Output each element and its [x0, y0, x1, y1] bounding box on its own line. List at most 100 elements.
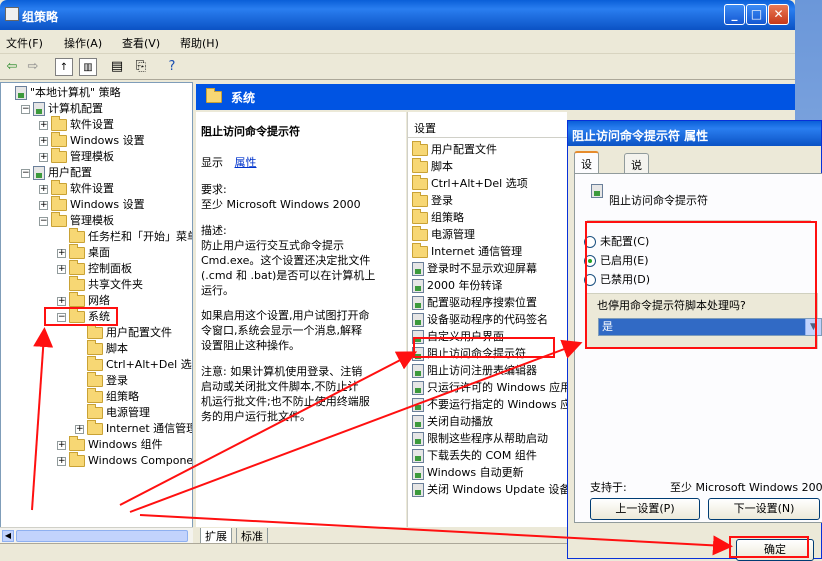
export-list-icon[interactable]: ⎘: [132, 58, 150, 76]
option-not-configured[interactable]: 未配置(C): [584, 233, 649, 249]
tree-item[interactable]: Ctrl+Alt+Del 选项: [75, 356, 192, 373]
minimize-button[interactable]: _: [724, 4, 745, 25]
settings-list-item[interactable]: 配置驱动程序搜索位置: [412, 295, 537, 311]
radio-disabled[interactable]: [584, 274, 596, 286]
tab-setting[interactable]: 设置: [574, 151, 599, 187]
expand-icon[interactable]: +: [57, 456, 66, 466]
settings-list-item[interactable]: 不要运行指定的 Windows 应用程序: [412, 397, 567, 413]
tree-item[interactable]: 脚本: [75, 340, 128, 357]
expand-icon[interactable]: +: [39, 152, 48, 162]
expand-icon[interactable]: +: [39, 120, 48, 130]
settings-list-item[interactable]: 组策略: [412, 209, 464, 226]
menu-help[interactable]: 帮助(H): [180, 35, 219, 51]
settings-list-item[interactable]: 电源管理: [412, 226, 475, 243]
help-icon[interactable]: ?: [163, 58, 181, 76]
tree-horizontal-scrollbar[interactable]: ◀: [0, 527, 193, 543]
settings-list-item[interactable]: 关闭 Windows Update 设备驱动程序搜索: [412, 482, 567, 498]
radio-enabled[interactable]: [584, 255, 596, 267]
tree-item[interactable]: 电源管理: [75, 404, 150, 421]
policy-icon: [591, 184, 603, 198]
settings-list-item[interactable]: 只运行许可的 Windows 应用程序: [412, 380, 567, 396]
settings-list-item[interactable]: 设备驱动程序的代码签名: [412, 312, 548, 328]
collapse-icon[interactable]: −: [21, 168, 30, 178]
tree-item[interactable]: 用户配置文件: [75, 324, 172, 341]
option-disabled[interactable]: 已禁用(D): [584, 271, 650, 287]
show-tree-icon[interactable]: ▥: [79, 58, 97, 76]
properties-icon[interactable]: ▤: [108, 58, 126, 76]
tree-item[interactable]: − 用户配置: [21, 165, 92, 181]
tree-item[interactable]: − 系统: [57, 308, 110, 325]
collapse-icon[interactable]: −: [39, 216, 48, 226]
collapse-icon[interactable]: −: [21, 104, 30, 114]
scroll-left-icon[interactable]: ◀: [2, 530, 14, 542]
tree-item[interactable]: − 计算机配置: [21, 101, 103, 117]
tree-item[interactable]: + 桌面: [57, 244, 110, 261]
expand-icon[interactable]: +: [39, 136, 48, 146]
tree-item[interactable]: 共享文件夹: [57, 276, 143, 293]
settings-list-item[interactable]: 阻止访问命令提示符: [412, 346, 526, 362]
menu-action[interactable]: 操作(A): [64, 35, 102, 51]
maximize-button[interactable]: □: [746, 4, 767, 25]
tree-item[interactable]: + Windows 设置: [39, 196, 145, 213]
forward-arrow-icon[interactable]: ⇨: [24, 58, 42, 76]
tree-item[interactable]: 任务栏和「开始」菜单: [57, 228, 192, 245]
tree-item[interactable]: "本地计算机" 策略: [3, 85, 121, 101]
option-enabled[interactable]: 已启用(E): [584, 252, 649, 268]
expand-icon[interactable]: +: [57, 296, 66, 306]
expand-icon[interactable]: +: [57, 248, 66, 258]
ok-button[interactable]: 确定: [736, 539, 814, 561]
settings-list-item[interactable]: 2000 年份转译: [412, 278, 503, 294]
settings-list-item[interactable]: 登录时不显示欢迎屏幕: [412, 261, 537, 277]
expand-icon[interactable]: +: [75, 424, 84, 434]
settings-list-item[interactable]: 下载丢失的 COM 组件: [412, 448, 537, 464]
settings-list-item[interactable]: 自定义用户界面: [412, 329, 504, 345]
settings-list-item[interactable]: 脚本: [412, 158, 453, 175]
description-line: 设置阻止这种操作。: [201, 339, 300, 352]
tab-explain[interactable]: 说明: [624, 153, 649, 188]
previous-setting-button[interactable]: 上一设置(P): [590, 498, 700, 520]
expand-icon[interactable]: +: [39, 200, 48, 210]
back-arrow-icon[interactable]: ⇦: [3, 58, 21, 76]
folder-icon: [412, 141, 428, 156]
scroll-thumb[interactable]: [16, 530, 188, 542]
close-button[interactable]: ✕: [768, 4, 789, 25]
settings-list-item[interactable]: 限制这些程序从帮助启动: [412, 431, 548, 447]
chevron-down-icon[interactable]: ▼: [805, 319, 821, 335]
tree-item[interactable]: 登录: [75, 372, 128, 389]
collapse-icon[interactable]: −: [57, 312, 66, 322]
tree-item[interactable]: + Internet 通信管理: [75, 420, 192, 437]
up-folder-icon[interactable]: ↑: [55, 58, 73, 76]
tree-item[interactable]: 组策略: [75, 388, 139, 405]
settings-column-header[interactable]: 设置: [408, 120, 567, 138]
tree-item[interactable]: − 管理模板: [39, 212, 114, 229]
settings-list-item[interactable]: 用户配置文件: [412, 141, 497, 158]
expand-icon[interactable]: +: [39, 184, 48, 194]
settings-list-item[interactable]: 阻止访问注册表编辑器: [412, 363, 537, 379]
settings-list-item[interactable]: 登录: [412, 192, 453, 209]
tree-item[interactable]: + 管理模板: [39, 148, 114, 165]
tree-item[interactable]: + Windows Components: [57, 452, 192, 469]
tree-item[interactable]: + 控制面板: [57, 260, 132, 277]
tree-item[interactable]: + Windows 设置: [39, 132, 145, 149]
menu-file[interactable]: 文件(F): [6, 35, 43, 51]
expand-icon[interactable]: +: [57, 264, 66, 274]
settings-list-item[interactable]: Ctrl+Alt+Del 选项: [412, 175, 528, 192]
tree-item-label: Windows 设置: [70, 134, 145, 147]
script-processing-select[interactable]: 是 ▼: [598, 318, 822, 336]
settings-list-item[interactable]: Windows 自动更新: [412, 465, 524, 481]
next-setting-button[interactable]: 下一设置(N): [708, 498, 820, 520]
requirement-value: 至少 Microsoft Windows 2000: [201, 198, 361, 211]
tree-item[interactable]: + 软件设置: [39, 116, 114, 133]
settings-list-item[interactable]: 关闭自动播放: [412, 414, 493, 430]
radio-not-configured[interactable]: [584, 236, 596, 248]
settings-list-item[interactable]: Internet 通信管理: [412, 243, 522, 260]
tree-item[interactable]: + 软件设置: [39, 180, 114, 197]
folder-icon: [87, 356, 103, 371]
menu-view[interactable]: 查看(V): [122, 35, 160, 51]
expand-icon[interactable]: +: [57, 440, 66, 450]
settings-list[interactable]: 设置 用户配置文件 脚本 Ctrl+Alt+Del 选项 登录 组策略 电源管理 Inter…: [407, 112, 567, 527]
properties-link[interactable]: 属性: [235, 156, 257, 169]
tree-item[interactable]: + Windows 组件: [57, 436, 163, 453]
tree-item[interactable]: + 网络: [57, 292, 110, 309]
tree-pane[interactable]: "本地计算机" 策略 − 计算机配置 + 软件设置 + Windows 设置 + 管理模板 − 用户…: [0, 82, 193, 542]
